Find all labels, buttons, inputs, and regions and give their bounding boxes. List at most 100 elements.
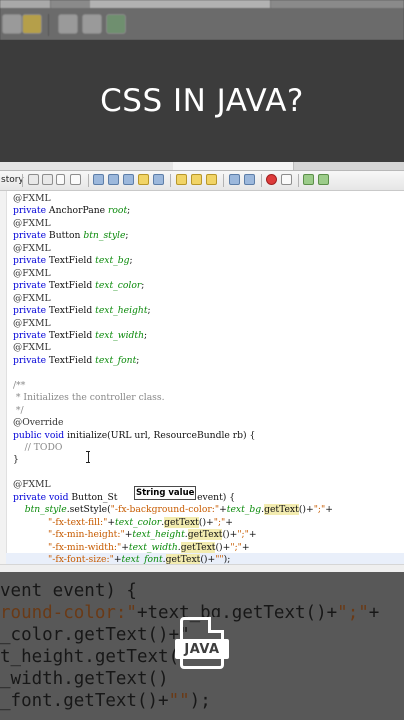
code-token: ;	[129, 255, 133, 267]
code-token: ;	[136, 354, 140, 366]
code-line[interactable]: private void Button_St nEvent event) {	[13, 491, 235, 504]
code-line[interactable]: // TODO	[13, 441, 63, 454]
top-tab[interactable]	[90, 0, 271, 8]
find-icon[interactable]	[93, 174, 104, 185]
code-line[interactable]: private TextField text_font;	[13, 354, 139, 367]
code-area[interactable]: @FXML private AnchorPane root; @FXML privat…	[0, 191, 404, 572]
zoomed-code-token: _color.getText()+"	[0, 625, 190, 645]
code-line[interactable]: "-fx-min-width:"+text_width.getText()+";…	[13, 541, 250, 554]
code-token: "-fx-text-fill:"	[48, 516, 108, 528]
code-line[interactable]: private TextField text_width;	[13, 329, 147, 342]
top-ide-strip	[0, 0, 404, 40]
bookmark-prev-icon[interactable]	[191, 174, 202, 185]
top-tab[interactable]	[0, 0, 51, 8]
replace-icon[interactable]	[153, 174, 164, 185]
code-token: private	[13, 230, 47, 242]
code-token: btn_style	[83, 230, 126, 242]
history-icon[interactable]	[42, 174, 53, 185]
forward-icon[interactable]	[82, 14, 102, 34]
code-token: TextField	[46, 329, 96, 341]
code-line[interactable]: /**	[13, 379, 25, 392]
code-token: private	[13, 329, 47, 341]
code-token: @Override	[13, 417, 64, 429]
ide-editor: story @FXML private AnchorPane root; @FXML…	[0, 162, 404, 572]
zoomed-code-line: _width.getText()	[0, 668, 169, 690]
last-edit-icon[interactable]	[70, 174, 81, 185]
code-line[interactable]: private AnchorPane root;	[13, 204, 130, 217]
code-token: text_color	[115, 516, 162, 528]
zoomed-code-token: +text_bg.getText()+	[136, 603, 338, 623]
toolbar-separator	[298, 174, 299, 187]
code-line[interactable]: @FXML	[13, 267, 51, 280]
code-line[interactable]: @Override	[13, 416, 63, 429]
code-line[interactable]: @FXML	[13, 317, 51, 330]
code-line[interactable]: "-fx-text-fill:"+text_color.getText()+";…	[13, 516, 233, 529]
code-line[interactable]: @FXML	[13, 478, 51, 491]
code-line[interactable]: @FXML	[13, 341, 51, 354]
editor-toolbar: story	[0, 171, 404, 191]
bookmark-icon[interactable]	[176, 174, 187, 185]
code-line[interactable]: private TextField text_bg;	[13, 254, 133, 267]
code-token: Button	[46, 230, 84, 242]
code-token: ()+	[298, 504, 314, 516]
history-tab-label[interactable]: story	[1, 175, 24, 185]
code-line[interactable]: public void initialize(URL url, Resource…	[13, 429, 255, 442]
toolbar-separator	[88, 174, 89, 187]
video-title: CSS IN JAVA?	[100, 83, 304, 119]
zoomed-code-token: ";"	[337, 603, 369, 623]
code-line[interactable]: btn_style.setStyle("-fx-background-color…	[13, 503, 333, 516]
code-line[interactable]: "-fx-min-height:"+text_height.getText()+…	[13, 528, 257, 541]
code-token: void	[44, 429, 65, 441]
save-icon[interactable]	[2, 14, 22, 34]
code-token: TextField	[46, 280, 96, 292]
shift-left-icon[interactable]	[229, 174, 240, 185]
horizontal-scrollbar[interactable]	[0, 564, 404, 572]
code-token: @FXML	[13, 292, 51, 304]
code-token: getText	[164, 516, 199, 528]
code-line[interactable]: @FXML	[13, 242, 51, 255]
code-token: +	[241, 541, 250, 553]
build-icon[interactable]	[106, 14, 126, 34]
code-token: void	[48, 491, 69, 503]
find-selection-icon[interactable]	[138, 174, 149, 185]
code-line[interactable]: private TextField text_color;	[13, 279, 144, 292]
code-token: ;	[125, 230, 129, 242]
tooltip: String value	[134, 486, 197, 500]
code-token: ;	[127, 205, 131, 217]
code-line[interactable]: * Initializes the controller class.	[13, 391, 165, 404]
editor-tab-row	[0, 162, 404, 171]
code-token: text_height	[95, 305, 148, 317]
code-token: @FXML	[13, 317, 51, 329]
find-previous-icon[interactable]	[108, 174, 119, 185]
source-icon[interactable]	[28, 174, 39, 185]
code-line[interactable]: }	[13, 453, 19, 466]
stop-macro-icon[interactable]	[281, 174, 292, 185]
shift-right-icon[interactable]	[244, 174, 255, 185]
zoomed-code-token: _width.getText()	[0, 669, 169, 689]
toolbar-separator	[22, 174, 23, 187]
validate-icon[interactable]	[318, 174, 329, 185]
code-line[interactable]: @FXML	[13, 217, 51, 230]
code-line[interactable]: private Button btn_style;	[13, 229, 129, 242]
code-token: @FXML	[13, 242, 51, 254]
code-line[interactable]: @FXML	[13, 292, 51, 305]
bookmark-next-icon[interactable]	[206, 174, 217, 185]
code-line[interactable]: private TextField text_height;	[13, 304, 151, 317]
editor-tab-active[interactable]	[173, 162, 294, 170]
dropdown-icon[interactable]	[56, 174, 65, 185]
code-line[interactable]: */	[13, 404, 24, 417]
zoomed-code-line: _font.getText()+"");	[0, 690, 211, 712]
java-document-fold	[208, 617, 224, 633]
find-next-icon[interactable]	[123, 174, 134, 185]
back-icon[interactable]	[58, 14, 78, 34]
record-macro-icon[interactable]	[266, 174, 277, 185]
code-token: "-fx-min-height:"	[48, 529, 125, 541]
folder-icon[interactable]	[22, 14, 42, 34]
check-icon[interactable]	[303, 174, 314, 185]
editor-tab[interactable]	[0, 162, 29, 170]
code-token: text_font	[95, 354, 137, 366]
editor-tab[interactable]	[28, 162, 104, 170]
code-line[interactable]: @FXML	[13, 192, 51, 205]
editor-tab[interactable]	[103, 162, 174, 170]
code-token: }	[13, 454, 19, 466]
